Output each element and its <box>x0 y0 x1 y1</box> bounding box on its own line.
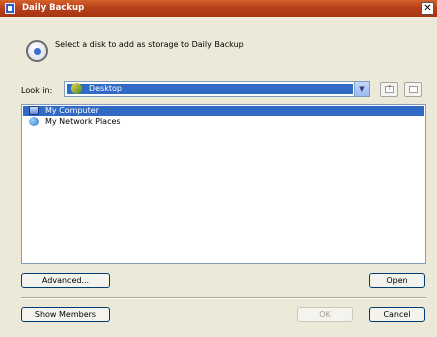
up-folder-icon <box>385 84 394 93</box>
network-places-icon <box>29 117 39 126</box>
daily-backup-dialog: Daily Backup ✕ Select a disk to add as s… <box>0 0 437 337</box>
show-members-button[interactable]: Show Members <box>21 307 110 322</box>
divider <box>21 297 426 299</box>
cancel-button[interactable]: Cancel <box>369 307 425 322</box>
title-bar[interactable]: Daily Backup ✕ <box>0 0 437 17</box>
open-button[interactable]: Open <box>369 273 425 288</box>
advanced-button[interactable]: Advanced... <box>21 273 110 288</box>
look-in-dropdown[interactable]: Desktop ▼ <box>64 81 370 97</box>
look-in-label: Look in: <box>21 86 53 95</box>
list-item-label: My Computer <box>45 106 99 115</box>
desktop-icon <box>71 83 82 94</box>
look-in-value: Desktop <box>89 84 122 93</box>
location-list[interactable]: My Computer My Network Places <box>21 104 426 264</box>
chevron-down-icon[interactable]: ▼ <box>354 82 369 96</box>
new-folder-button[interactable] <box>404 82 422 97</box>
ok-button[interactable]: OK <box>297 307 353 322</box>
list-item-label: My Network Places <box>45 117 121 126</box>
computer-icon <box>29 106 39 115</box>
close-button[interactable]: ✕ <box>421 2 434 15</box>
look-in-selected[interactable]: Desktop <box>67 83 353 94</box>
new-folder-icon <box>409 86 418 93</box>
up-one-level-button[interactable] <box>380 82 398 97</box>
prompt-text: Select a disk to add as storage to Daily… <box>55 40 244 49</box>
list-item-my-network-places[interactable]: My Network Places <box>23 117 424 127</box>
list-item-my-computer[interactable]: My Computer <box>23 106 424 116</box>
disk-icon <box>26 40 48 62</box>
app-icon <box>5 3 15 14</box>
window-title: Daily Backup <box>22 3 85 13</box>
